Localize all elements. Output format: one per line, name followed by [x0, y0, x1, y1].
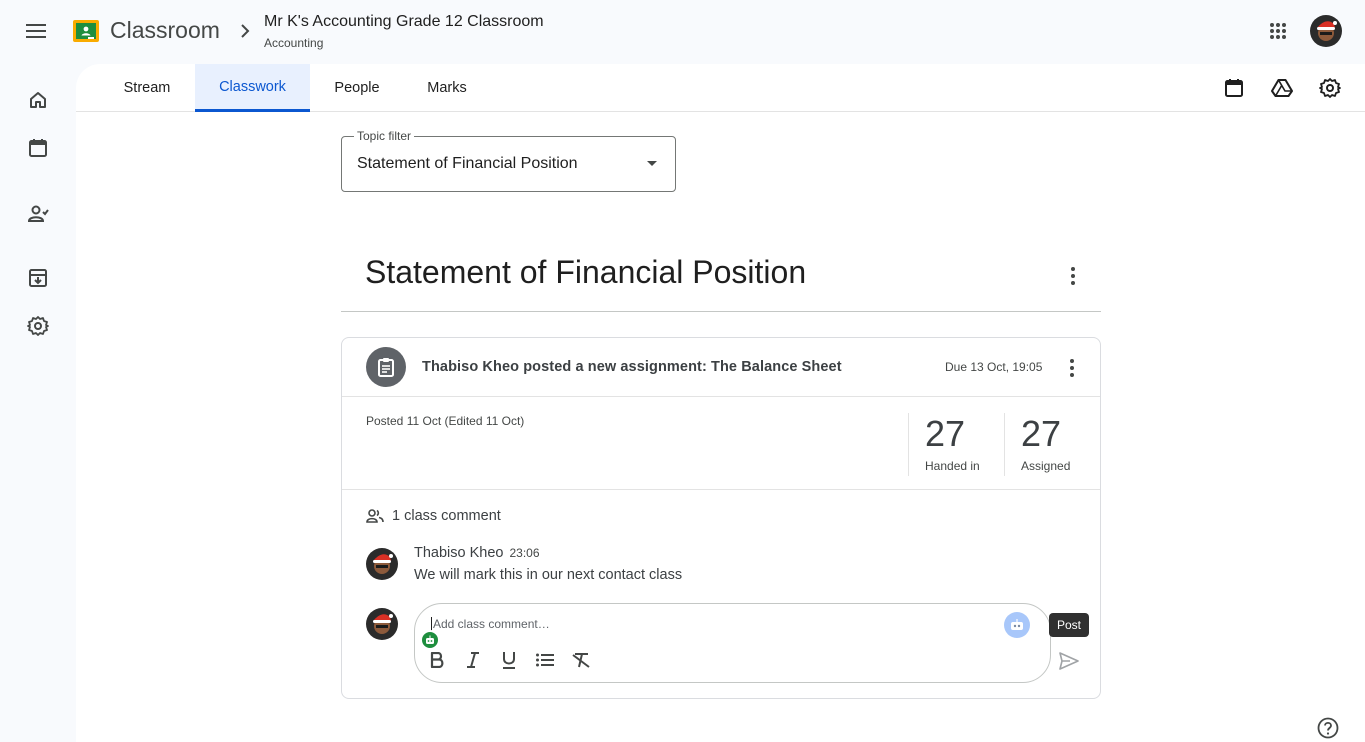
- comment-author-avatar: [366, 548, 398, 580]
- comment-author-name: Thabiso Kheo: [414, 545, 504, 561]
- handed-in-label: Handed in: [925, 459, 980, 473]
- assigned-label: Assigned: [1021, 459, 1071, 473]
- google-apps-icon[interactable]: [1260, 13, 1296, 49]
- posted-date: Posted 11 Oct (Edited 11 Oct): [366, 414, 525, 428]
- underline-icon[interactable]: [495, 646, 523, 674]
- comment-author: Thabiso Kheo 23:06: [414, 545, 540, 561]
- archive-icon[interactable]: [18, 258, 58, 298]
- assignment-due-date: Due 13 Oct, 19:05: [945, 360, 1043, 374]
- post-tooltip: Post: [1049, 613, 1090, 637]
- clear-formatting-icon[interactable]: [567, 646, 595, 674]
- assigned-stat[interactable]: 27 Assigned: [1004, 413, 1100, 476]
- classroom-logo[interactable]: [73, 20, 99, 42]
- assignment-title[interactable]: Thabiso Kheo posted a new assignment: Th…: [422, 359, 842, 375]
- tab-classwork[interactable]: Classwork: [195, 64, 310, 112]
- topic-filter-label: Topic filter: [354, 129, 415, 143]
- calendar-icon[interactable]: [18, 128, 58, 168]
- handed-in-count: 27: [925, 413, 966, 454]
- post-comment-send-icon[interactable]: [1055, 647, 1083, 675]
- help-icon[interactable]: [1316, 716, 1340, 740]
- account-avatar[interactable]: [1310, 15, 1342, 47]
- home-icon[interactable]: [18, 80, 58, 120]
- italic-icon[interactable]: [459, 646, 487, 674]
- dropdown-caret-icon: [647, 161, 657, 166]
- class-comment-count: 1 class comment: [392, 508, 501, 524]
- calendar-icon[interactable]: [1218, 72, 1250, 104]
- comment-text: We will mark this in our next contact cl…: [414, 567, 683, 583]
- current-user-avatar: [366, 608, 398, 640]
- topic-divider: [341, 311, 1101, 312]
- enrolled-icon[interactable]: [18, 194, 58, 234]
- topic-filter-value: Statement of Financial Position: [357, 155, 578, 172]
- tab-marks[interactable]: Marks: [404, 64, 490, 112]
- bold-icon[interactable]: [423, 646, 451, 674]
- comment-time: 23:06: [509, 546, 540, 560]
- assignment-more-options-icon[interactable]: [1056, 352, 1088, 384]
- comment-composer: Add class comment…: [414, 603, 1051, 683]
- people-icon: [366, 509, 384, 523]
- assigned-count: 27: [1021, 413, 1062, 454]
- handed-in-stat[interactable]: 27 Handed in: [908, 413, 1004, 476]
- breadcrumb-chevron-icon: [236, 21, 254, 41]
- settings-icon[interactable]: [18, 306, 58, 346]
- add-comment-input[interactable]: Add class comment…: [431, 617, 971, 635]
- class-settings-icon[interactable]: [1314, 72, 1346, 104]
- class-comments-toggle[interactable]: 1 class comment: [366, 508, 501, 524]
- bulleted-list-icon[interactable]: [531, 646, 559, 674]
- class-comments: 1 class comment Thabiso Kheo 23:06 We wil…: [342, 490, 1100, 698]
- class-title[interactable]: Mr K's Accounting Grade 12 Classroom: [264, 13, 544, 31]
- drive-folder-icon[interactable]: [1266, 72, 1298, 104]
- ai-assist-icon[interactable]: [1004, 612, 1030, 638]
- assignment-icon: [366, 347, 406, 387]
- main-menu-icon[interactable]: [16, 11, 56, 51]
- navigation-rail: [0, 64, 76, 742]
- main-content: Stream Classwork People Marks Topic filt…: [76, 64, 1365, 742]
- assignment-card: Thabiso Kheo posted a new assignment: Th…: [341, 337, 1101, 699]
- topic-more-options-icon[interactable]: [1057, 260, 1089, 292]
- app-name[interactable]: Classroom: [110, 17, 220, 44]
- tab-stream[interactable]: Stream: [100, 64, 194, 112]
- tab-people[interactable]: People: [310, 64, 404, 112]
- assignment-header[interactable]: Thabiso Kheo posted a new assignment: Th…: [342, 338, 1100, 397]
- top-app-bar: Classroom Mr K's Accounting Grade 12 Cla…: [0, 0, 1365, 64]
- assignment-details: Posted 11 Oct (Edited 11 Oct) 27 Handed …: [342, 397, 1100, 490]
- topic-filter-select[interactable]: Topic filter Statement of Financial Posi…: [341, 129, 676, 192]
- topic-title: Statement of Financial Position: [365, 254, 807, 290]
- class-subtitle: Accounting: [264, 36, 324, 50]
- class-tabs: Stream Classwork People Marks: [76, 64, 1365, 112]
